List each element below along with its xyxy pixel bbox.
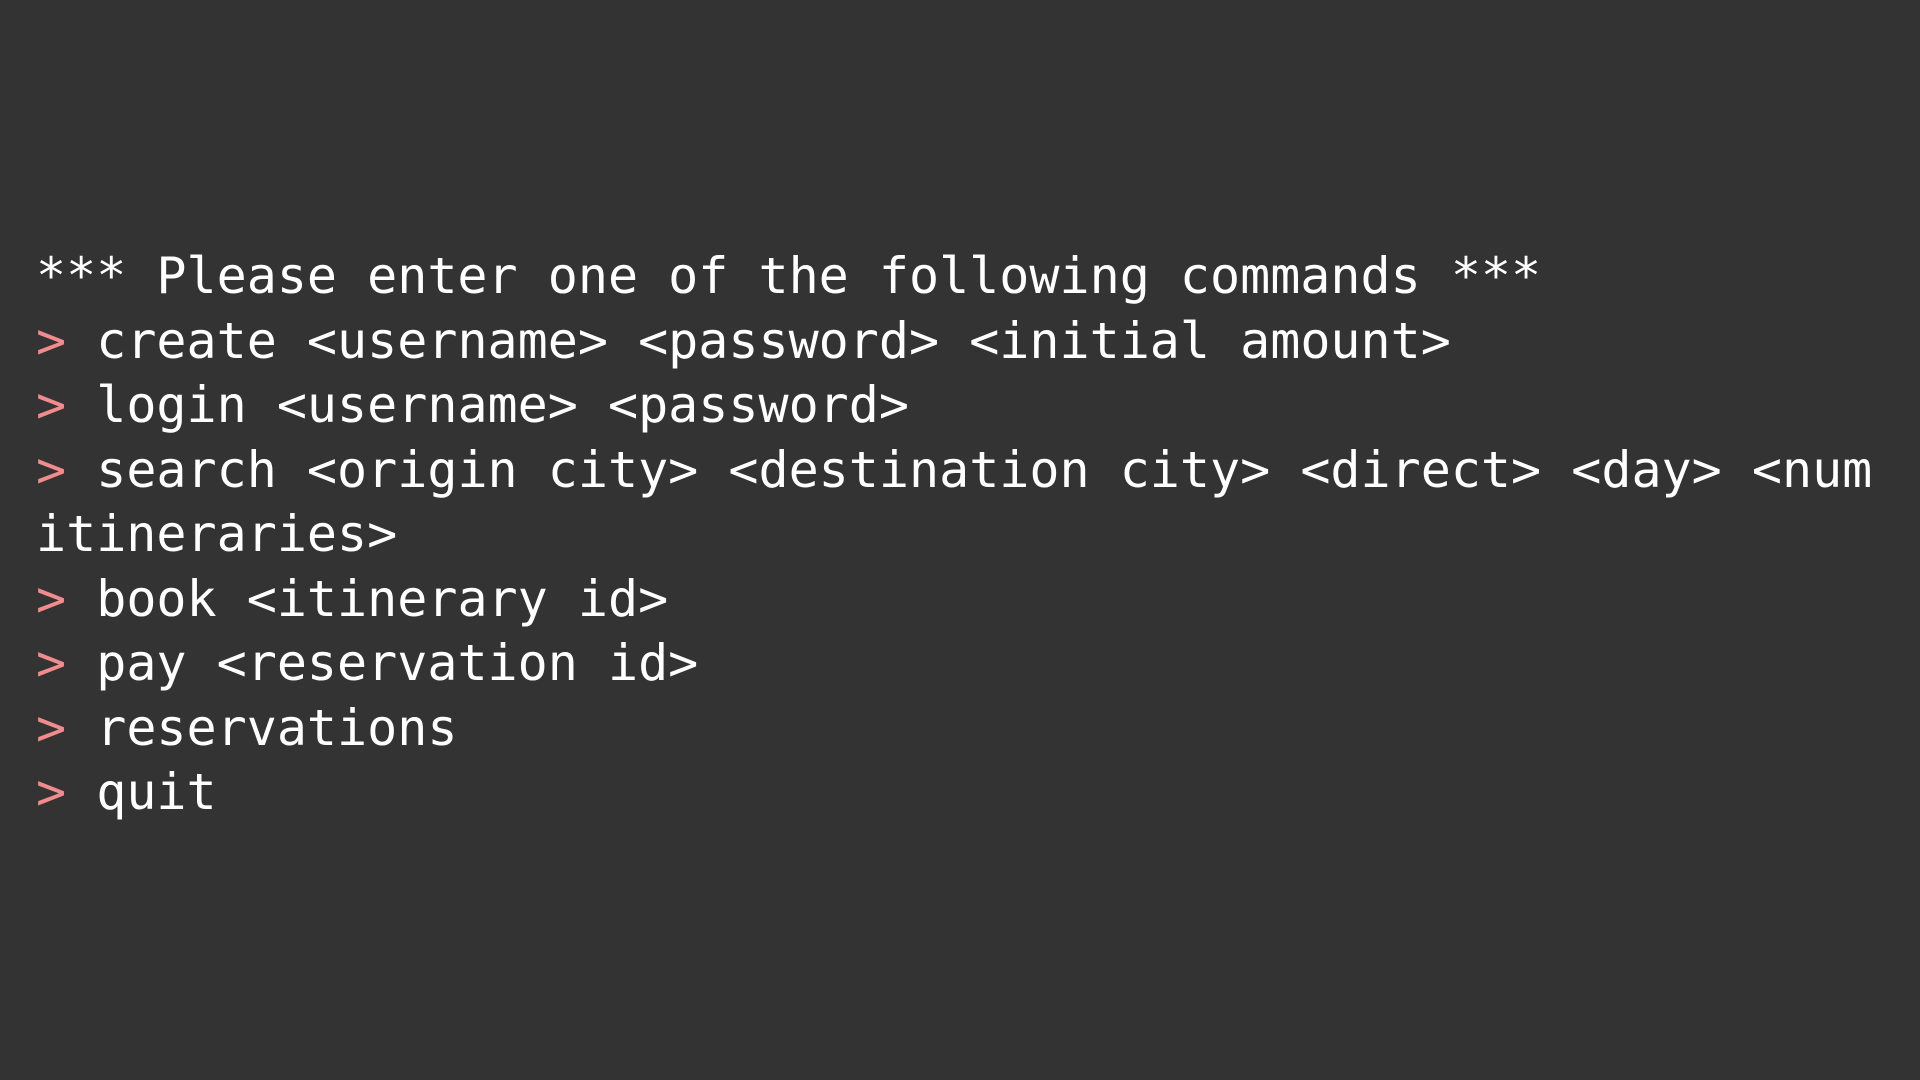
command-text-reservations: reservations [96, 698, 458, 757]
command-line-quit: > quit [36, 760, 1884, 825]
prompt-symbol: > [36, 569, 67, 628]
command-line-create: > create <username> <password> <initial … [36, 309, 1884, 374]
prompt-symbol: > [36, 311, 67, 370]
command-line-book: > book <itinerary id> [36, 567, 1884, 632]
terminal-window: *** Please enter one of the following co… [0, 0, 1920, 1080]
prompt-symbol: > [36, 440, 67, 499]
prompt-symbol: > [36, 376, 67, 434]
command-text-search: search <origin city> <destination city> … [36, 440, 1903, 564]
command-line-reservations: > reservations [36, 696, 1884, 761]
command-text-book: book <itinerary id> [96, 569, 669, 628]
command-line-pay: > pay <reservation id> [36, 631, 1884, 696]
prompt-symbol: > [36, 698, 67, 757]
command-text-create: create <username> <password> <initial am… [96, 311, 1451, 370]
commands-header: *** Please enter one of the following co… [36, 247, 1542, 305]
command-text-quit: quit [96, 763, 217, 821]
prompt-symbol: > [36, 634, 67, 692]
command-text-pay: pay <reservation id> [96, 634, 699, 692]
command-text-login: login <username> <password> [96, 376, 909, 434]
command-line-login: > login <username> <password> [36, 373, 1884, 438]
prompt-symbol: > [36, 763, 67, 821]
command-line-search: > search <origin city> <destination city… [36, 438, 1884, 567]
